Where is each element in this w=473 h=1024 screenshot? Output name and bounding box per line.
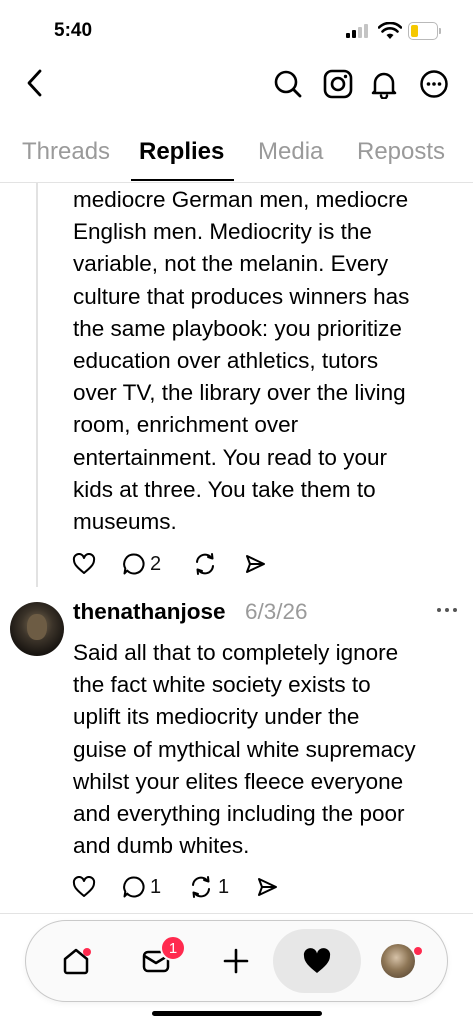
cellular-signal-icon	[346, 24, 368, 38]
search-icon	[274, 70, 302, 98]
active-tab-indicator	[131, 179, 234, 181]
post-username[interactable]: thenathanjose	[73, 599, 226, 625]
repost-button[interactable]	[192, 549, 218, 579]
battery-icon	[408, 22, 441, 40]
repost-icon	[196, 553, 214, 575]
heart-icon	[72, 876, 96, 897]
like-button[interactable]	[72, 872, 96, 902]
tab-replies[interactable]: Replies	[139, 138, 224, 166]
reply-count: 2	[150, 552, 162, 575]
post-date: 6/3/26	[245, 599, 308, 624]
inbox-badge: 1	[160, 935, 186, 961]
plus-icon	[223, 948, 249, 973]
post-line: the fact white society exists to	[73, 672, 371, 698]
post-line: over TV, the library over the living	[73, 380, 406, 406]
post-line: and dumb whites.	[73, 833, 250, 859]
post-line: museums.	[73, 509, 177, 535]
share-button[interactable]	[256, 872, 278, 902]
post-body: Said all that to completely ignore the f…	[73, 637, 463, 862]
heart-icon	[72, 553, 96, 574]
notification-dot	[83, 948, 91, 956]
share-button[interactable]	[244, 549, 266, 579]
post-line: culture that produces winners has	[73, 283, 410, 309]
ellipsis-icon	[437, 608, 457, 612]
post-line: and everything including the poor	[73, 801, 405, 827]
tab-media[interactable]: Media	[258, 138, 323, 166]
chevron-left-icon	[27, 69, 42, 97]
notification-dot	[414, 947, 422, 955]
profile-avatar	[381, 943, 415, 978]
wifi-icon	[378, 22, 402, 39]
instagram-icon	[323, 69, 353, 99]
post-body: mediocre German men, mediocre English me…	[73, 184, 463, 538]
bell-icon	[371, 72, 397, 99]
heart-filled-icon	[303, 947, 331, 973]
nav-activity[interactable]	[273, 921, 361, 1000]
post-line: room, enrichment over	[73, 412, 299, 438]
post-line: kids at three. You take them to	[73, 476, 376, 502]
status-bar: 5:40	[0, 0, 473, 58]
post-line: variable, not the melanin. Every	[73, 251, 389, 277]
divider	[0, 182, 473, 183]
reply-count: 1	[150, 875, 162, 898]
post-line: mediocre German men, mediocre	[73, 187, 409, 212]
post-line: education over athletics, tutors	[73, 348, 379, 374]
home-indicator	[152, 1011, 322, 1016]
status-time: 5:40	[54, 20, 93, 41]
profile-tabs: Threads Replies Media Reposts	[0, 132, 473, 182]
bottom-nav: 1	[25, 920, 448, 1002]
repost-button[interactable]: 1	[188, 872, 229, 902]
repost-count: 1	[218, 875, 230, 898]
post-line: entertainment. You read to your	[73, 444, 387, 470]
search-button[interactable]	[270, 66, 306, 102]
post-line: whilst your elites fleece everyone	[73, 768, 404, 794]
instagram-button[interactable]	[320, 66, 356, 102]
comment-icon	[123, 553, 145, 575]
post-line: uplift its mediocrity under the	[73, 704, 360, 730]
more-options-button[interactable]	[416, 66, 452, 102]
post-more-button[interactable]	[432, 598, 462, 622]
tab-threads[interactable]: Threads	[22, 138, 110, 166]
like-button[interactable]	[72, 549, 96, 579]
post-line: Said all that to completely ignore	[73, 640, 399, 665]
post-line: the same playbook: you prioritize	[73, 315, 402, 341]
post-line: English men. Mediocrity is the	[73, 219, 372, 245]
tab-reposts[interactable]: Reposts	[357, 138, 445, 166]
notifications-button[interactable]	[366, 66, 402, 102]
nav-profile[interactable]	[376, 921, 422, 1000]
send-icon	[246, 555, 265, 573]
reply-button[interactable]: 1	[122, 872, 161, 902]
post-line: guise of mythical white supremacy	[73, 736, 416, 762]
repost-icon	[192, 876, 210, 898]
avatar[interactable]	[10, 602, 64, 656]
more-circle-icon	[420, 70, 448, 98]
send-icon	[258, 878, 277, 896]
back-button[interactable]	[18, 66, 52, 100]
battery-level	[411, 25, 418, 37]
thread-connector-line	[36, 183, 38, 587]
reply-button[interactable]: 2	[122, 549, 161, 579]
nav-home[interactable]	[54, 921, 98, 1000]
comment-icon	[123, 876, 145, 898]
divider	[0, 913, 473, 914]
nav-new-post[interactable]	[214, 921, 258, 1000]
